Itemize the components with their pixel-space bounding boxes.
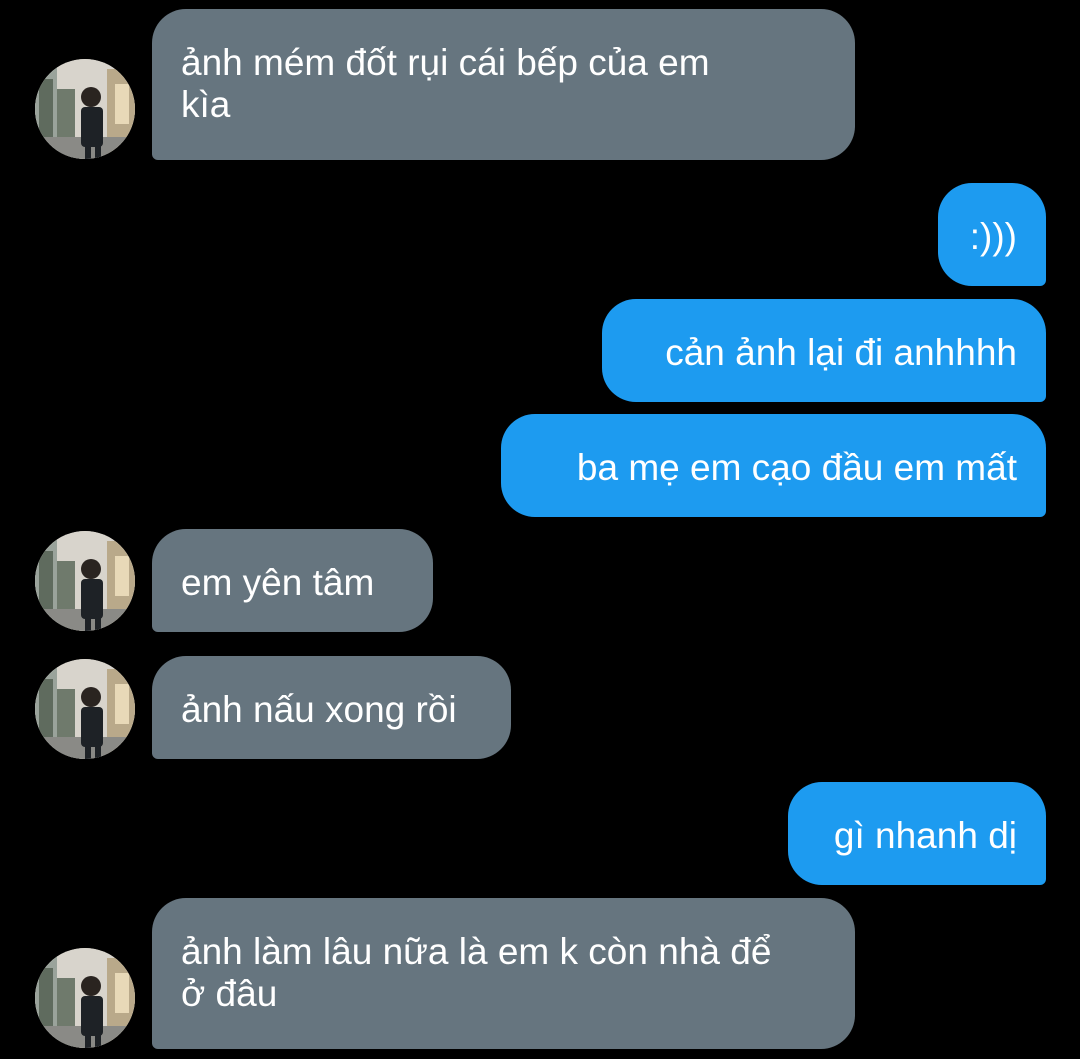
chat-thread: ảnh mém đốt rụi cái bếp của em kìa :))) … [0,0,1080,1059]
outgoing-message-bubble[interactable]: :))) [938,183,1046,286]
incoming-message-bubble[interactable]: em yên tâm [152,529,433,632]
profile-photo-avatar-icon [35,948,135,1048]
incoming-message-bubble[interactable]: ảnh mém đốt rụi cái bếp của em kìa [152,9,855,160]
outgoing-message-bubble[interactable]: cản ảnh lại đi anhhhh [602,299,1046,402]
profile-photo-avatar-icon [35,531,135,631]
outgoing-message-bubble[interactable]: gì nhanh dị [788,782,1046,885]
incoming-message-bubble[interactable]: ảnh làm lâu nữa là em k còn nhà để ở đâu [152,898,855,1049]
profile-photo-avatar-icon [35,659,135,759]
profile-photo-avatar-icon [35,59,135,159]
incoming-message-bubble[interactable]: ảnh nấu xong rồi [152,656,511,759]
outgoing-message-bubble[interactable]: ba mẹ em cạo đầu em mất [501,414,1046,517]
sender-avatar[interactable] [35,59,135,159]
sender-avatar[interactable] [35,531,135,631]
sender-avatar[interactable] [35,659,135,759]
sender-avatar[interactable] [35,948,135,1048]
